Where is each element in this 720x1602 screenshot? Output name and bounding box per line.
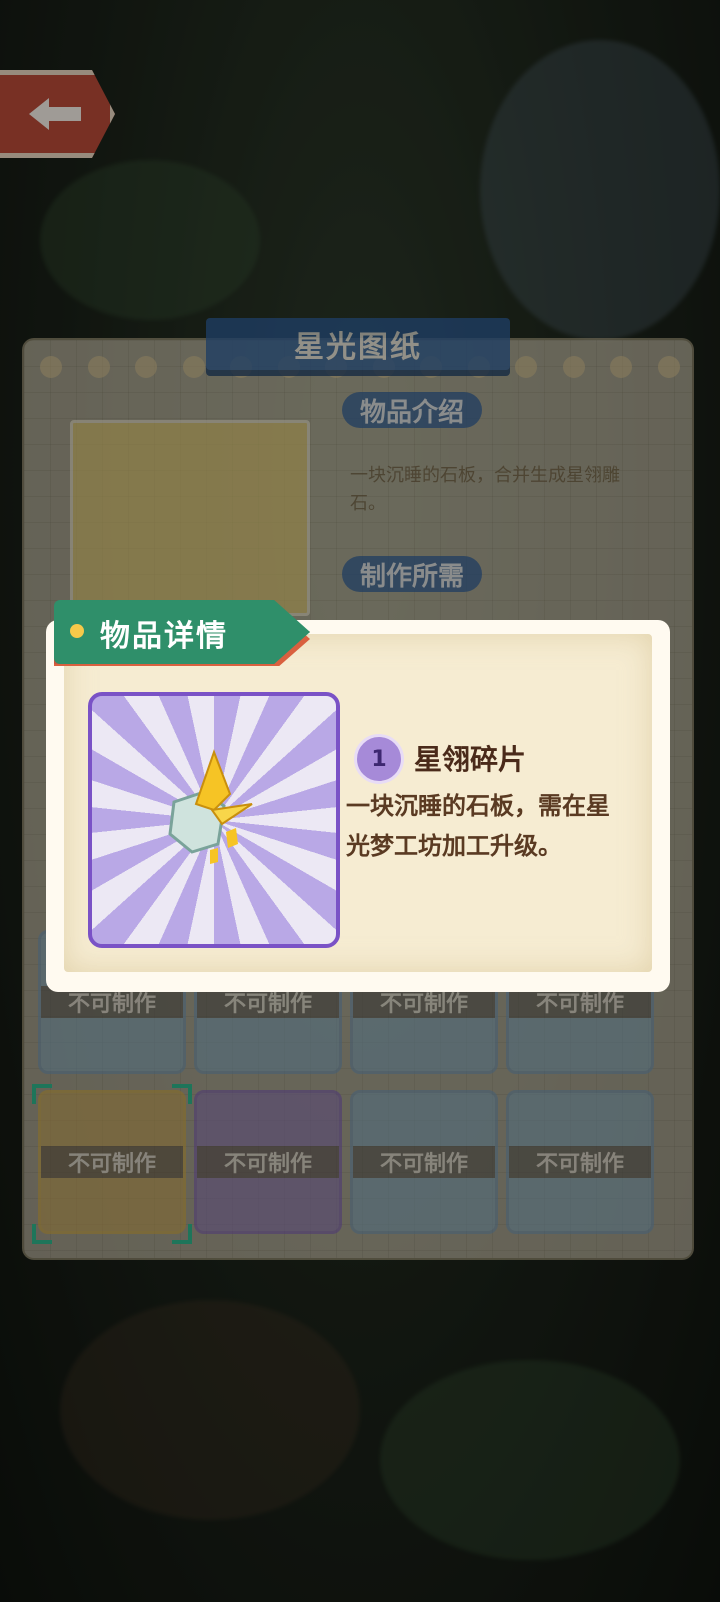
item-image-frame bbox=[88, 692, 340, 948]
level-badge-icon: 1 bbox=[354, 734, 404, 784]
popup-header: 物品详情 bbox=[100, 619, 228, 654]
item-description: 一块沉睡的石板，需在星光梦工坊加工升级。 bbox=[346, 792, 610, 860]
ribbon-dot bbox=[70, 624, 84, 638]
item-name: 星翎碎片 bbox=[414, 743, 527, 776]
crystal-shard-icon bbox=[168, 749, 253, 864]
